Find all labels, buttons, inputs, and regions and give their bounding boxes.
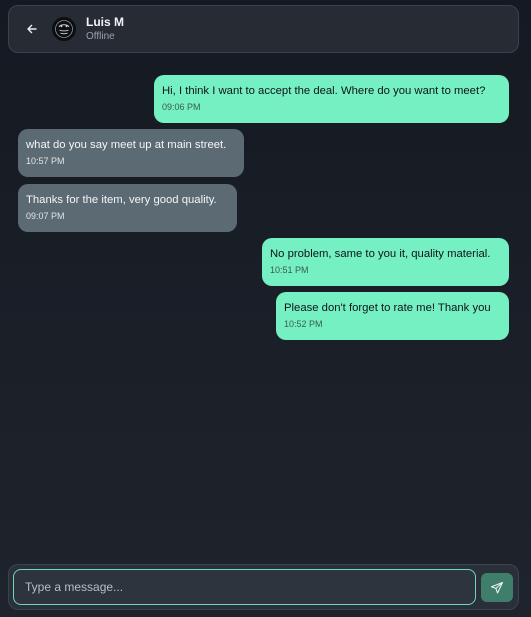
message-list: Hi, I think I want to accept the deal. W… <box>0 0 531 560</box>
chat-app: Luis M Offline Hi, I think I want to acc… <box>0 0 531 617</box>
message-bubble-sent: Hi, I think I want to accept the deal. W… <box>154 75 509 123</box>
send-button[interactable] <box>481 573 513 602</box>
message-bubble-sent: Please don't forget to rate me! Thank yo… <box>276 292 509 340</box>
message-bubble-received: what do you say meet up at main street. … <box>18 129 244 177</box>
message-text: Hi, I think I want to accept the deal. W… <box>162 85 486 97</box>
message-input[interactable] <box>13 569 476 605</box>
message-text: Thanks for the item, very good quality. <box>26 194 217 206</box>
message-text: what do you say meet up at main street. <box>26 139 227 151</box>
message-time: 10:52 PM <box>284 319 323 329</box>
message-text: No problem, same to you it, quality mate… <box>270 248 491 260</box>
message-text: Please don't forget to rate me! Thank yo… <box>284 302 491 314</box>
message-composer <box>8 564 519 610</box>
message-time: 09:06 PM <box>162 102 201 112</box>
send-icon <box>490 581 504 594</box>
message-bubble-received: Thanks for the item, very good quality. … <box>18 184 237 232</box>
message-bubble-sent: No problem, same to you it, quality mate… <box>262 238 509 286</box>
message-time: 10:51 PM <box>270 265 309 275</box>
message-time: 10:57 PM <box>26 156 65 166</box>
message-time: 09:07 PM <box>26 211 65 221</box>
